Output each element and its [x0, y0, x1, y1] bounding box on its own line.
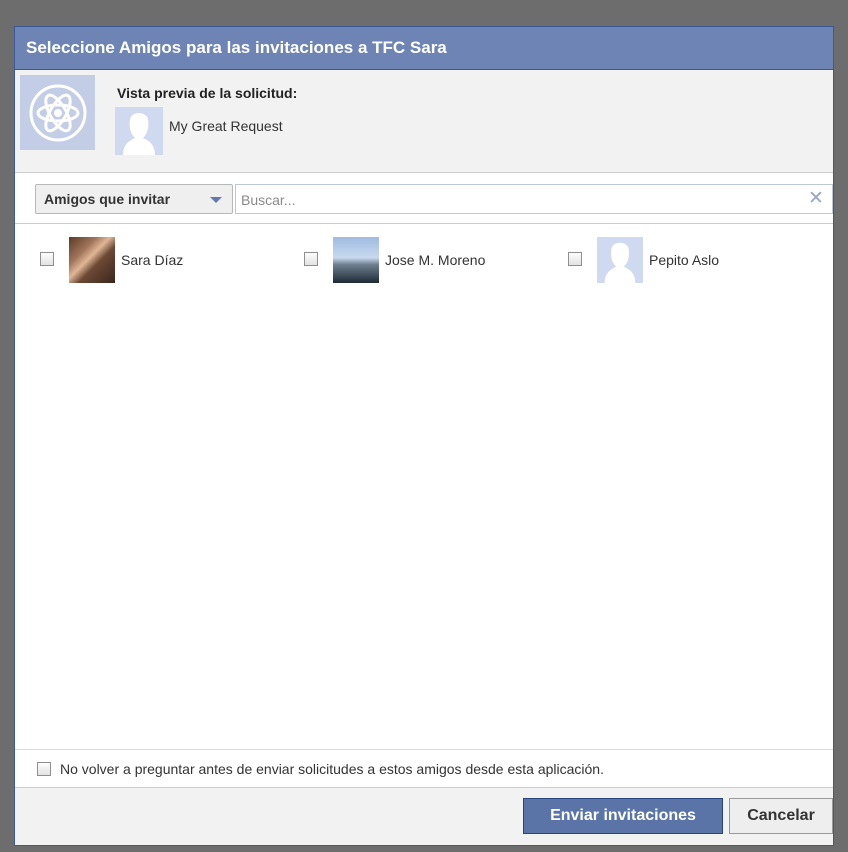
avatar [597, 237, 643, 283]
default-avatar-icon [115, 107, 163, 155]
request-preview: Vista previa de la solicitud: My Great R… [15, 70, 833, 173]
filter-dropdown-label: Amigos que invitar [44, 191, 171, 207]
friend-filter-bar: Amigos que invitar ✕ [15, 173, 833, 224]
friend-checkbox[interactable] [568, 252, 582, 266]
dont-ask-again-checkbox[interactable] [37, 762, 51, 776]
avatar [69, 237, 115, 283]
friend-name: Sara Díaz [121, 252, 184, 268]
close-icon[interactable]: ✕ [806, 188, 826, 210]
atom-icon [29, 84, 86, 141]
preview-request-text: My Great Request [169, 118, 283, 134]
chevron-down-icon [210, 197, 222, 203]
send-invitations-button[interactable]: Enviar invitaciones [523, 798, 723, 834]
search-box: ✕ [235, 184, 833, 215]
dialog-title: Seleccione Amigos para las invitaciones … [15, 27, 833, 70]
dialog-actions: Enviar invitaciones Cancelar [15, 787, 833, 845]
dont-ask-again-option: No volver a preguntar antes de enviar so… [15, 749, 833, 787]
app-icon [20, 75, 95, 150]
search-input[interactable] [236, 185, 803, 215]
preview-title: Vista previa de la solicitud: [117, 85, 298, 101]
friends-filter-dropdown[interactable]: Amigos que invitar [35, 184, 233, 214]
cancel-button[interactable]: Cancelar [729, 798, 833, 834]
invite-friends-dialog: Seleccione Amigos para las invitaciones … [14, 26, 834, 846]
friend-checkbox[interactable] [40, 252, 54, 266]
dont-ask-again-label: No volver a preguntar antes de enviar so… [60, 761, 604, 777]
default-avatar-icon [597, 237, 643, 283]
avatar [333, 237, 379, 283]
friend-checkbox[interactable] [304, 252, 318, 266]
friend-name: Pepito Aslo [649, 252, 720, 268]
friend-name: Jose M. Moreno [385, 252, 486, 268]
avatar [115, 107, 163, 155]
